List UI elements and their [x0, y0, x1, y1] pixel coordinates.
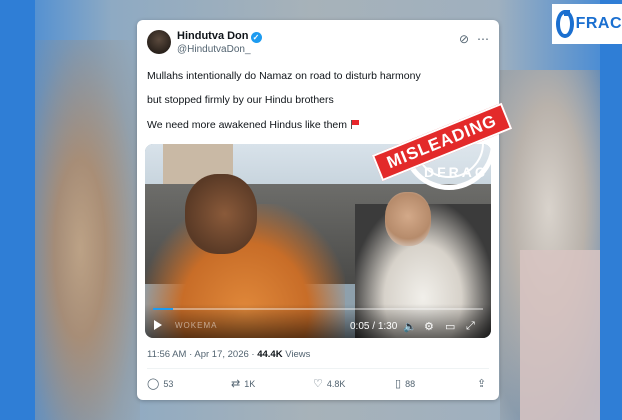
views-count: 44.4K [257, 349, 283, 360]
video-progress-fill [153, 308, 173, 310]
background-person-left [20, 40, 140, 420]
bookmark-button[interactable]: ▯ 88 [395, 377, 415, 390]
fullscreen-icon[interactable]: ⤢ [466, 320, 475, 333]
divider [147, 368, 489, 369]
video-watermark: WOKEMA [175, 321, 218, 330]
tweet-card: Hindutva Don ✓ @HindutvaDon_ ⊘ ⋯ Mullahs i… [137, 20, 499, 400]
dfrac-logo: FRAC [552, 4, 622, 44]
tweet-meta: 11:56 AM · Apr 17, 2026 · 44.4K Views [147, 349, 311, 360]
tweet-text-line-1: Mullahs intentionally do Namaz on road t… [147, 70, 421, 82]
tweet-time[interactable]: 11:56 AM [147, 349, 186, 360]
stamp-text-bottom: DFRAC [424, 164, 488, 180]
tweet-header-icons: ⊘ ⋯ [451, 32, 489, 46]
author-handle[interactable]: @HindutvaDon_ [177, 44, 251, 55]
settings-icon[interactable]: ⚙ [424, 320, 434, 333]
like-button[interactable]: ♡ 4.8K [313, 377, 345, 390]
tweet-text-line-3-text: We need more awakened Hindus like them [147, 119, 347, 131]
red-flag-icon [351, 120, 359, 129]
tweet-header: Hindutva Don ✓ @HindutvaDon_ ⊘ ⋯ [147, 28, 489, 58]
share-icon: ⇪ [477, 378, 487, 390]
avatar[interactable] [147, 30, 171, 54]
video-current-time: 0:05 [350, 321, 370, 332]
tweet-text-line-3: We need more awakened Hindus like them [147, 119, 359, 131]
repost-icon: ⇄ [231, 378, 241, 390]
video-progress-bar[interactable] [153, 308, 483, 310]
play-icon[interactable] [154, 320, 162, 330]
video-time: 0:05 / 1:30 [350, 321, 398, 332]
tweet-actions: ◯ 53 ⇄ 1K ♡ 4.8K ▯ 88 ⇪ [147, 377, 489, 393]
author-name-text[interactable]: Hindutva Don [177, 30, 249, 42]
repost-count: 1K [244, 378, 256, 389]
misleading-stamp: DFRAC DFRAC MISLEADING [371, 90, 513, 200]
video-duration: 1:30 [377, 321, 398, 332]
captions-icon[interactable]: ▭ [445, 320, 455, 333]
volume-icon[interactable]: 🔈 [403, 320, 417, 333]
video-head-left [185, 174, 257, 254]
verified-badge-icon: ✓ [250, 32, 262, 43]
left-blue-border [0, 0, 35, 420]
reply-button[interactable]: ◯ 53 [147, 377, 173, 390]
reply-count: 53 [163, 378, 174, 389]
grok-icon[interactable]: ⊘ [459, 32, 469, 46]
right-blue-border [600, 0, 622, 420]
dfrac-logo-icon [556, 10, 574, 38]
like-count: 4.8K [326, 378, 346, 389]
logo-text: FRAC [575, 15, 622, 32]
video-head-right [385, 192, 431, 246]
views-label: Views [285, 349, 311, 360]
heart-icon: ♡ [313, 378, 323, 390]
more-options-icon[interactable]: ⋯ [477, 32, 489, 46]
bookmark-icon: ▯ [395, 378, 402, 390]
repost-button[interactable]: ⇄ 1K [231, 377, 255, 390]
reply-icon: ◯ [147, 378, 160, 390]
tweet-text-line-2: but stopped firmly by our Hindu brothers [147, 94, 334, 106]
author-name[interactable]: Hindutva Don ✓ [177, 30, 262, 43]
tweet-date[interactable]: Apr 17, 2026 [194, 349, 248, 360]
bookmark-count: 88 [405, 378, 416, 389]
share-button[interactable]: ⇪ [477, 377, 490, 390]
